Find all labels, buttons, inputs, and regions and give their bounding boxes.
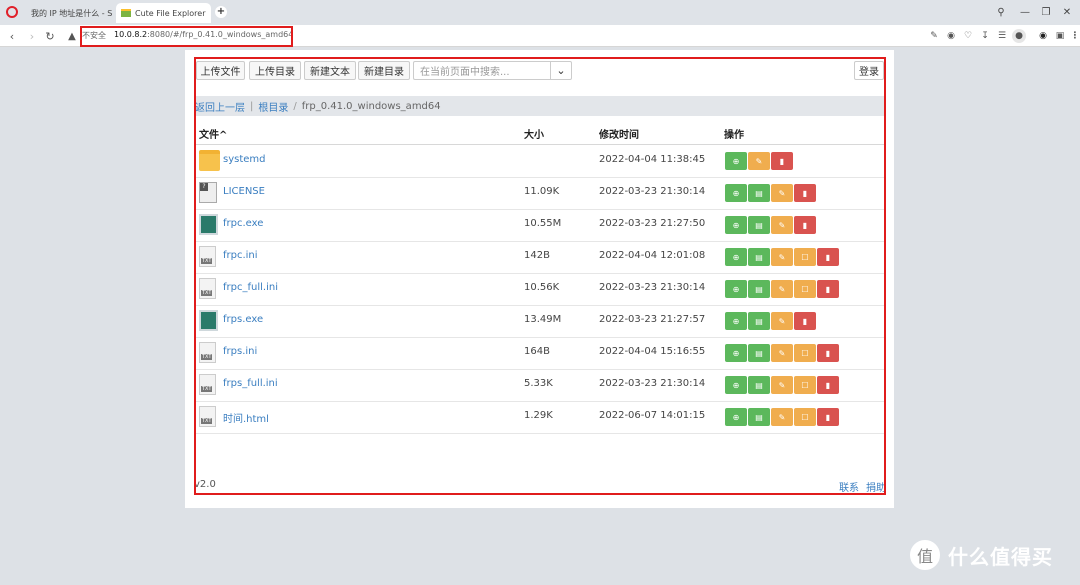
warning-icon: ▲ (68, 30, 76, 42)
camera-icon[interactable]: ◉ (944, 29, 958, 43)
extension-icon[interactable]: ◉ (1036, 29, 1050, 43)
smzdm-logo-icon: 值 (910, 540, 940, 570)
minimize-icon[interactable]: — (1017, 4, 1033, 20)
back-icon[interactable]: ‹ (4, 28, 20, 44)
reload-icon[interactable]: ↻ (42, 28, 58, 44)
close-icon[interactable]: ✕ (1059, 4, 1075, 20)
restore-icon[interactable]: ❐ (1038, 4, 1054, 20)
browser-tab-cute-file-explorer[interactable]: Cute File Explorer (116, 3, 211, 23)
watermark: 值 什么值得买 (910, 540, 1053, 570)
cube-icon[interactable]: ▣ (1053, 29, 1067, 43)
menu-icon[interactable]: ☰ (995, 29, 1009, 43)
tab-title: Cute File Explorer (135, 8, 206, 18)
tab-title: 我的 IP 地址是什么 - Sur (31, 8, 112, 18)
download-icon[interactable]: ↧ (978, 29, 992, 43)
content-highlight-box (194, 57, 886, 495)
opera-logo-icon[interactable] (6, 6, 18, 18)
search-tabs-icon[interactable]: ⚲ (993, 4, 1009, 20)
forward-icon[interactable]: › (24, 28, 40, 44)
edit-icon[interactable]: ✎ (927, 29, 941, 43)
heart-icon[interactable]: ♡ (961, 29, 975, 43)
folder-icon (121, 9, 131, 17)
more-icon[interactable]: ⋮ (1068, 29, 1080, 43)
browser-tab-ip[interactable]: 我的 IP 地址是什么 - Sur (24, 3, 112, 23)
watermark-text: 什么值得买 (948, 544, 1053, 569)
browser-tab-strip: 我的 IP 地址是什么 - Sur Cute File Explorer + ⚲… (0, 0, 1080, 25)
profile-icon[interactable]: ● (1012, 29, 1026, 43)
url-highlight-box (80, 26, 293, 47)
new-tab-button[interactable]: + (215, 6, 227, 18)
